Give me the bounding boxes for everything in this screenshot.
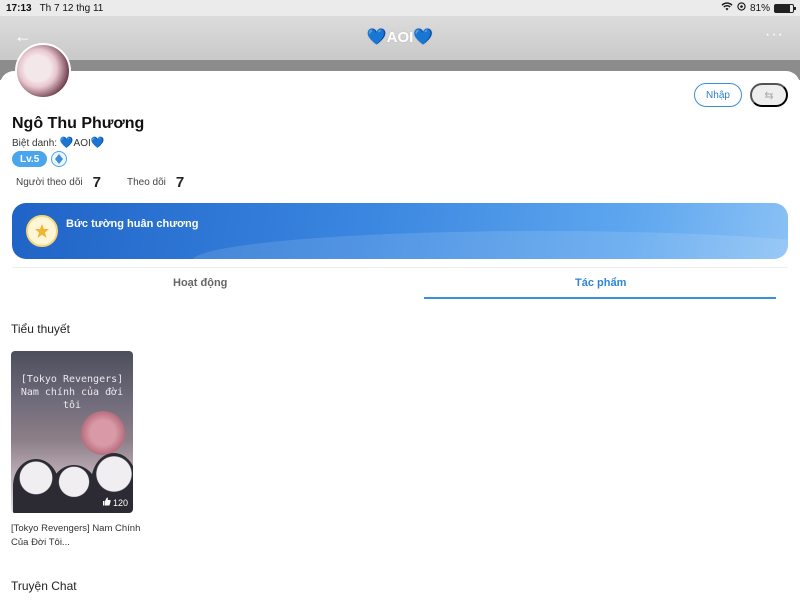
medal-wall-label: Bức tường huân chương — [66, 218, 199, 230]
medal-wall-banner[interactable]: Bức tường huân chương — [12, 203, 788, 259]
status-date: Th 7 12 thg 11 — [39, 2, 104, 14]
profile-badges: Lv.5 — [12, 151, 68, 167]
followers-label[interactable]: Người theo dõi — [16, 177, 83, 188]
status-right: 81% — [721, 2, 796, 14]
blue-heart-icon: 💙 — [413, 29, 434, 46]
cover-title-line: [Tokyo Revengers] — [20, 374, 124, 385]
following-label[interactable]: Theo dõi — [127, 177, 166, 188]
battery-icon — [774, 3, 796, 13]
page-title-text: AOI — [386, 29, 414, 46]
profile-nickname: Biệt danh: 💙AOI💙 — [12, 136, 104, 149]
nickname-label: Biệt danh: — [12, 138, 58, 149]
thumbs-up-icon — [102, 497, 111, 508]
section-title-novels: Tiểu thuyết — [11, 322, 70, 336]
medal-icon — [26, 215, 58, 247]
book-cover[interactable]: [Tokyo Revengers] Nam chính của đời tôi … — [11, 351, 133, 513]
likes-count: 120 — [112, 497, 128, 508]
cover-title-text: [Tokyo Revengers] Nam chính của đời tôi — [11, 373, 133, 412]
tab-activity[interactable]: Hoạt động — [173, 277, 227, 289]
blue-heart-icon: 💙 — [59, 137, 74, 149]
nickname-value: AOI — [73, 138, 91, 149]
login-button[interactable]: Nhập — [694, 83, 742, 107]
cover-title-line: Nam chính của đời — [20, 387, 124, 398]
more-options-icon[interactable]: ··· — [765, 26, 784, 44]
profile-name: Ngô Thu Phương — [12, 115, 145, 132]
followers-count[interactable]: 7 — [93, 174, 101, 191]
blue-heart-icon: 💙 — [366, 29, 387, 46]
status-bar: 17:13 Th 7 12 thg 11 81% — [0, 0, 800, 16]
cover-title-line: tôi — [62, 400, 82, 411]
following-count[interactable]: 7 — [176, 174, 184, 191]
active-tab-indicator — [424, 297, 776, 299]
status-time: 17:13 — [6, 2, 32, 14]
battery-percent: 81% — [749, 2, 770, 14]
wifi-icon — [721, 2, 733, 14]
tab-works[interactable]: Tác phẩm — [575, 277, 626, 289]
cover-art-flower — [81, 411, 125, 455]
section-title-chat: Truyện Chat — [11, 579, 77, 593]
tabs-divider — [12, 267, 788, 268]
profile-card — [0, 71, 800, 600]
battery-fill — [775, 4, 790, 12]
cover-likes: 120 — [102, 497, 128, 508]
follow-stats: Người theo dõi 7 Theo dõi 7 — [16, 174, 210, 191]
top-nav-bar: ← 💙AOI💙 ··· — [0, 16, 800, 60]
tier-badge-icon[interactable] — [51, 151, 68, 167]
avatar[interactable] — [15, 43, 71, 99]
location-icon — [737, 2, 746, 14]
page-title: 💙AOI💙 — [0, 27, 800, 47]
book-title[interactable]: [Tokyo Revengers] Nam Chính Của Đời Tôi.… — [11, 522, 141, 550]
level-badge[interactable]: Lv.5 — [12, 151, 48, 167]
share-icon[interactable]: ⇆ — [750, 83, 788, 107]
blue-heart-icon: 💙 — [90, 137, 105, 149]
